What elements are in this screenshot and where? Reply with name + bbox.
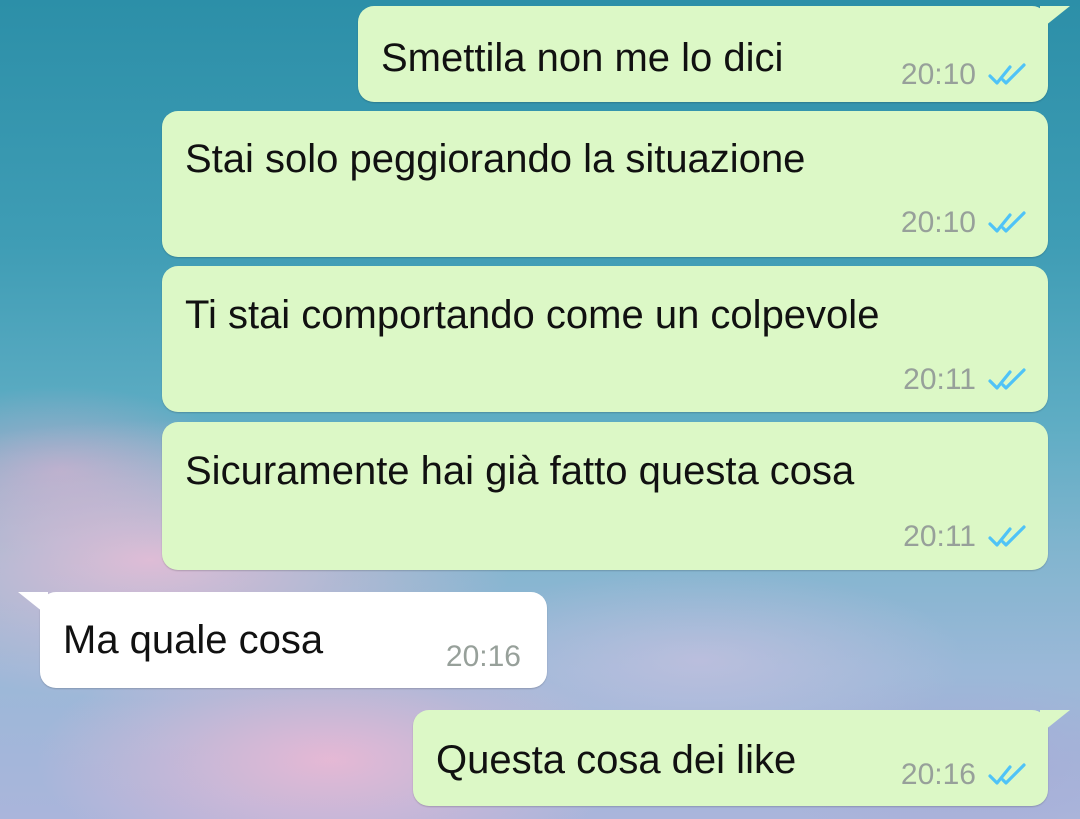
message-time: 20:10 bbox=[900, 206, 976, 239]
message-time: 20:16 bbox=[900, 758, 976, 791]
message-meta: 20:16 bbox=[446, 642, 521, 672]
message-bubble-outgoing[interactable]: Ti stai comportando come un colpevole 20… bbox=[162, 266, 1048, 412]
message-meta: 20:11 bbox=[903, 365, 1028, 395]
double-check-icon bbox=[988, 763, 1026, 785]
message-text: Questa cosa dei like bbox=[436, 738, 797, 782]
message-time: 20:10 bbox=[900, 58, 976, 91]
chat-view: Smettila non me lo dici 20:10 Stai solo … bbox=[0, 0, 1080, 819]
message-bubble-outgoing[interactable]: Smettila non me lo dici 20:10 bbox=[358, 6, 1070, 102]
message-bubble-outgoing[interactable]: Sicuramente hai già fatto questa cosa 20… bbox=[162, 422, 1048, 570]
message-bubble-outgoing[interactable]: Stai solo peggiorando la situazione 20:1… bbox=[162, 111, 1048, 257]
message-text: Stai solo peggiorando la situazione bbox=[185, 137, 806, 181]
message-text: Smettila non me lo dici bbox=[381, 36, 784, 80]
message-text: Ma quale cosa bbox=[63, 618, 324, 662]
message-meta: 20:10 bbox=[901, 60, 1028, 90]
message-meta: 20:10 bbox=[901, 208, 1028, 238]
message-meta: 20:16 bbox=[901, 760, 1028, 790]
message-bubble-incoming[interactable]: Ma quale cosa 20:16 bbox=[18, 592, 547, 688]
double-check-icon bbox=[988, 525, 1026, 547]
message-time: 20:11 bbox=[903, 520, 976, 553]
message-time: 20:11 bbox=[903, 363, 976, 396]
message-meta: 20:11 bbox=[903, 522, 1028, 552]
message-text: Sicuramente hai già fatto questa cosa bbox=[185, 449, 855, 493]
message-bubble-outgoing[interactable]: Questa cosa dei like 20:16 bbox=[413, 710, 1070, 806]
double-check-icon bbox=[988, 63, 1026, 85]
double-check-icon bbox=[988, 368, 1026, 390]
message-time: 20:16 bbox=[445, 640, 521, 673]
double-check-icon bbox=[988, 211, 1026, 233]
message-text: Ti stai comportando come un colpevole bbox=[185, 293, 880, 337]
